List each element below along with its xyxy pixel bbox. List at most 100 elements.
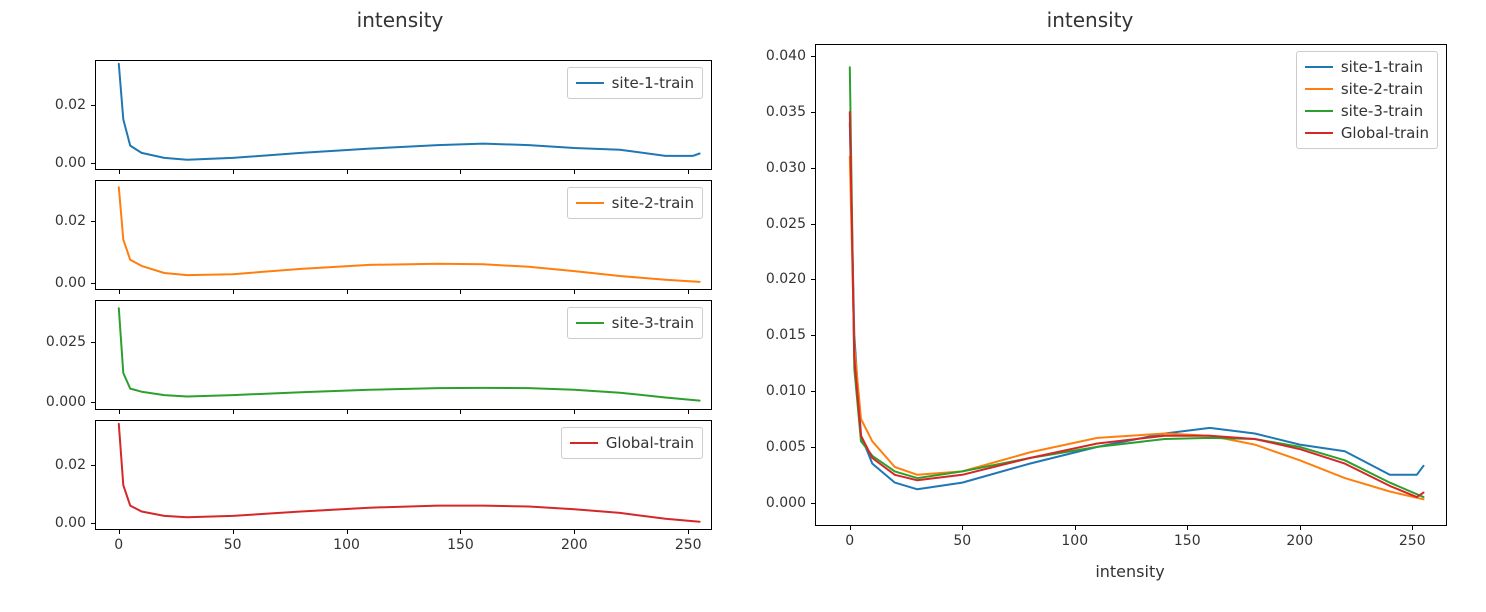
- right-title: intensity: [990, 8, 1190, 32]
- right-xlabel: intensity: [1095, 562, 1164, 581]
- legend-right-swatch-site-2: [1305, 88, 1333, 90]
- xtick-label: 250: [1399, 533, 1426, 549]
- legend-right: site-1-train site-2-train site-3-train G…: [1296, 51, 1438, 149]
- xtick-mark: [119, 529, 120, 534]
- left-plot-global: Global-train 0.000.02050100150200250: [95, 420, 712, 530]
- figure: intensity intensity site-1-train 0.000.0…: [0, 0, 1486, 612]
- ytick-label: 0.000: [766, 495, 816, 511]
- xtick-mark: [460, 169, 461, 174]
- legend-right-swatch-global: [1305, 132, 1333, 134]
- xtick-mark: [119, 409, 120, 414]
- xtick-mark: [233, 289, 234, 294]
- ytick-label: 0.020: [766, 271, 816, 287]
- ytick-mark: [811, 56, 816, 57]
- xtick-label: 100: [333, 537, 360, 553]
- xtick-label: 150: [447, 537, 474, 553]
- series-line: [850, 112, 1424, 497]
- ytick-label: 0.030: [766, 160, 816, 176]
- ytick-mark: [91, 105, 96, 106]
- xtick-mark: [347, 409, 348, 414]
- ytick-mark: [811, 391, 816, 392]
- legend-swatch-site-2: [576, 202, 604, 204]
- xtick-mark: [962, 525, 963, 530]
- xtick-label: 200: [1286, 533, 1313, 549]
- ytick-label: 0.040: [766, 48, 816, 64]
- ytick-label: 0.02: [55, 213, 96, 229]
- xtick-mark: [1300, 525, 1301, 530]
- xtick-mark: [574, 529, 575, 534]
- ytick-label: 0.015: [766, 327, 816, 343]
- ytick-mark: [811, 224, 816, 225]
- xtick-label: 250: [675, 537, 702, 553]
- xtick-label: 200: [561, 537, 588, 553]
- ytick-mark: [811, 503, 816, 504]
- xtick-mark: [688, 169, 689, 174]
- ytick-label: 0.02: [55, 97, 96, 113]
- left-plot-site-1: site-1-train 0.000.02: [95, 60, 712, 170]
- ytick-label: 0.005: [766, 439, 816, 455]
- xtick-mark: [574, 289, 575, 294]
- legend-site-1: site-1-train: [567, 67, 703, 99]
- ytick-mark: [91, 163, 96, 164]
- ytick-mark: [91, 283, 96, 284]
- legend-right-swatch-site-1: [1305, 66, 1333, 68]
- xtick-mark: [574, 169, 575, 174]
- ytick-mark: [811, 168, 816, 169]
- legend-label-site-1: site-1-train: [612, 74, 694, 92]
- xtick-mark: [850, 525, 851, 530]
- xtick-mark: [688, 529, 689, 534]
- xtick-label: 150: [1174, 533, 1201, 549]
- xtick-mark: [1075, 525, 1076, 530]
- left-plot-site-2: site-2-train 0.000.02: [95, 180, 712, 290]
- ytick-label: 0.010: [766, 383, 816, 399]
- xtick-mark: [574, 409, 575, 414]
- ytick-label: 0.02: [55, 457, 96, 473]
- xtick-mark: [233, 529, 234, 534]
- legend-right-label-global: Global-train: [1341, 124, 1429, 142]
- ytick-mark: [91, 342, 96, 343]
- legend-global: Global-train: [561, 427, 703, 459]
- legend-site-3: site-3-train: [567, 307, 703, 339]
- ytick-label: 0.00: [55, 515, 96, 531]
- legend-label-site-2: site-2-train: [612, 194, 694, 212]
- ytick-label: 0.025: [766, 216, 816, 232]
- xtick-mark: [347, 529, 348, 534]
- ytick-mark: [811, 279, 816, 280]
- xtick-mark: [347, 169, 348, 174]
- legend-right-label-site-3: site-3-train: [1341, 102, 1423, 120]
- xtick-mark: [347, 289, 348, 294]
- legend-label-global: Global-train: [606, 434, 694, 452]
- xtick-label: 100: [1061, 533, 1088, 549]
- ytick-label: 0.035: [766, 104, 816, 120]
- ytick-mark: [811, 335, 816, 336]
- legend-right-label-site-1: site-1-train: [1341, 58, 1423, 76]
- ytick-mark: [91, 523, 96, 524]
- xtick-mark: [1187, 525, 1188, 530]
- xtick-mark: [119, 169, 120, 174]
- xtick-mark: [1412, 525, 1413, 530]
- ytick-mark: [91, 402, 96, 403]
- xtick-mark: [460, 409, 461, 414]
- xtick-label: 50: [224, 537, 242, 553]
- xtick-label: 0: [845, 533, 854, 549]
- legend-right-swatch-site-3: [1305, 110, 1333, 112]
- ytick-mark: [811, 447, 816, 448]
- xtick-mark: [233, 409, 234, 414]
- legend-right-label-site-2: site-2-train: [1341, 80, 1423, 98]
- xtick-mark: [460, 529, 461, 534]
- ytick-label: 0.00: [55, 155, 96, 171]
- xtick-mark: [688, 289, 689, 294]
- xtick-mark: [460, 289, 461, 294]
- ytick-mark: [811, 112, 816, 113]
- legend-swatch-site-1: [576, 82, 604, 84]
- ytick-label: 0.000: [46, 394, 96, 410]
- ytick-mark: [91, 465, 96, 466]
- xtick-mark: [688, 409, 689, 414]
- xtick-label: 0: [114, 537, 123, 553]
- ytick-label: 0.00: [55, 275, 96, 291]
- legend-swatch-global: [570, 442, 598, 444]
- ytick-mark: [91, 221, 96, 222]
- xtick-mark: [233, 169, 234, 174]
- legend-swatch-site-3: [576, 322, 604, 324]
- left-title: intensity: [300, 8, 500, 32]
